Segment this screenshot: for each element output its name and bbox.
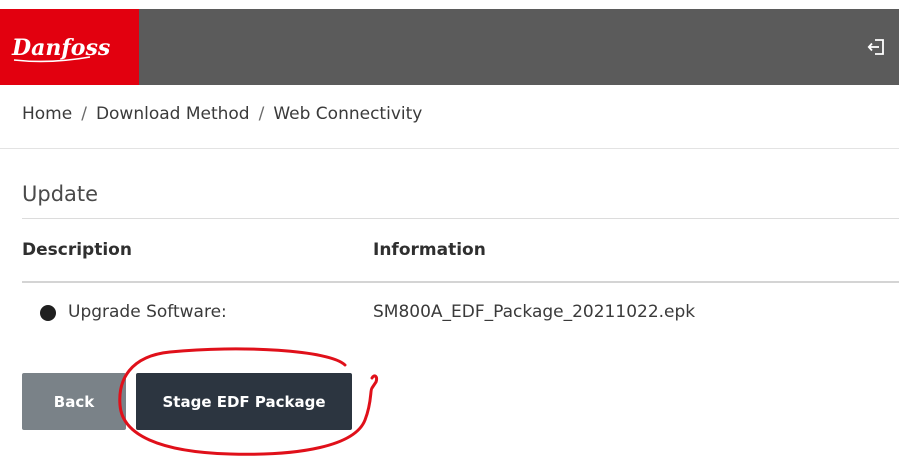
- breadcrumb-separator: /: [81, 104, 87, 124]
- divider: [0, 148, 899, 149]
- page: Danfoss Home / Download Method / Web Connect…: [0, 0, 899, 459]
- column-header-information: Information: [373, 240, 486, 260]
- breadcrumb-current: Web Connectivity: [273, 104, 423, 124]
- top-bar: Danfoss: [0, 9, 899, 85]
- section-title: Update: [22, 182, 99, 206]
- bullet-icon: [40, 305, 56, 321]
- logout-icon[interactable]: [867, 37, 887, 57]
- danfoss-logo: Danfoss: [11, 35, 110, 63]
- breadcrumb: Home / Download Method / Web Connectivity: [22, 104, 422, 124]
- back-button[interactable]: Back: [22, 373, 126, 430]
- row-description: Upgrade Software:: [68, 302, 227, 322]
- breadcrumb-home[interactable]: Home: [22, 104, 72, 124]
- column-header-description: Description: [22, 240, 132, 260]
- brand-logo[interactable]: Danfoss: [0, 9, 139, 85]
- breadcrumb-separator: /: [258, 104, 265, 124]
- stage-edf-package-button[interactable]: Stage EDF Package: [136, 373, 352, 430]
- row-information: SM800A_EDF_Package_20211022.epk: [373, 302, 696, 322]
- divider: [22, 218, 899, 219]
- breadcrumb-download-method[interactable]: Download Method: [96, 104, 250, 124]
- brand-text: Danfoss: [11, 35, 110, 61]
- divider: [22, 281, 899, 283]
